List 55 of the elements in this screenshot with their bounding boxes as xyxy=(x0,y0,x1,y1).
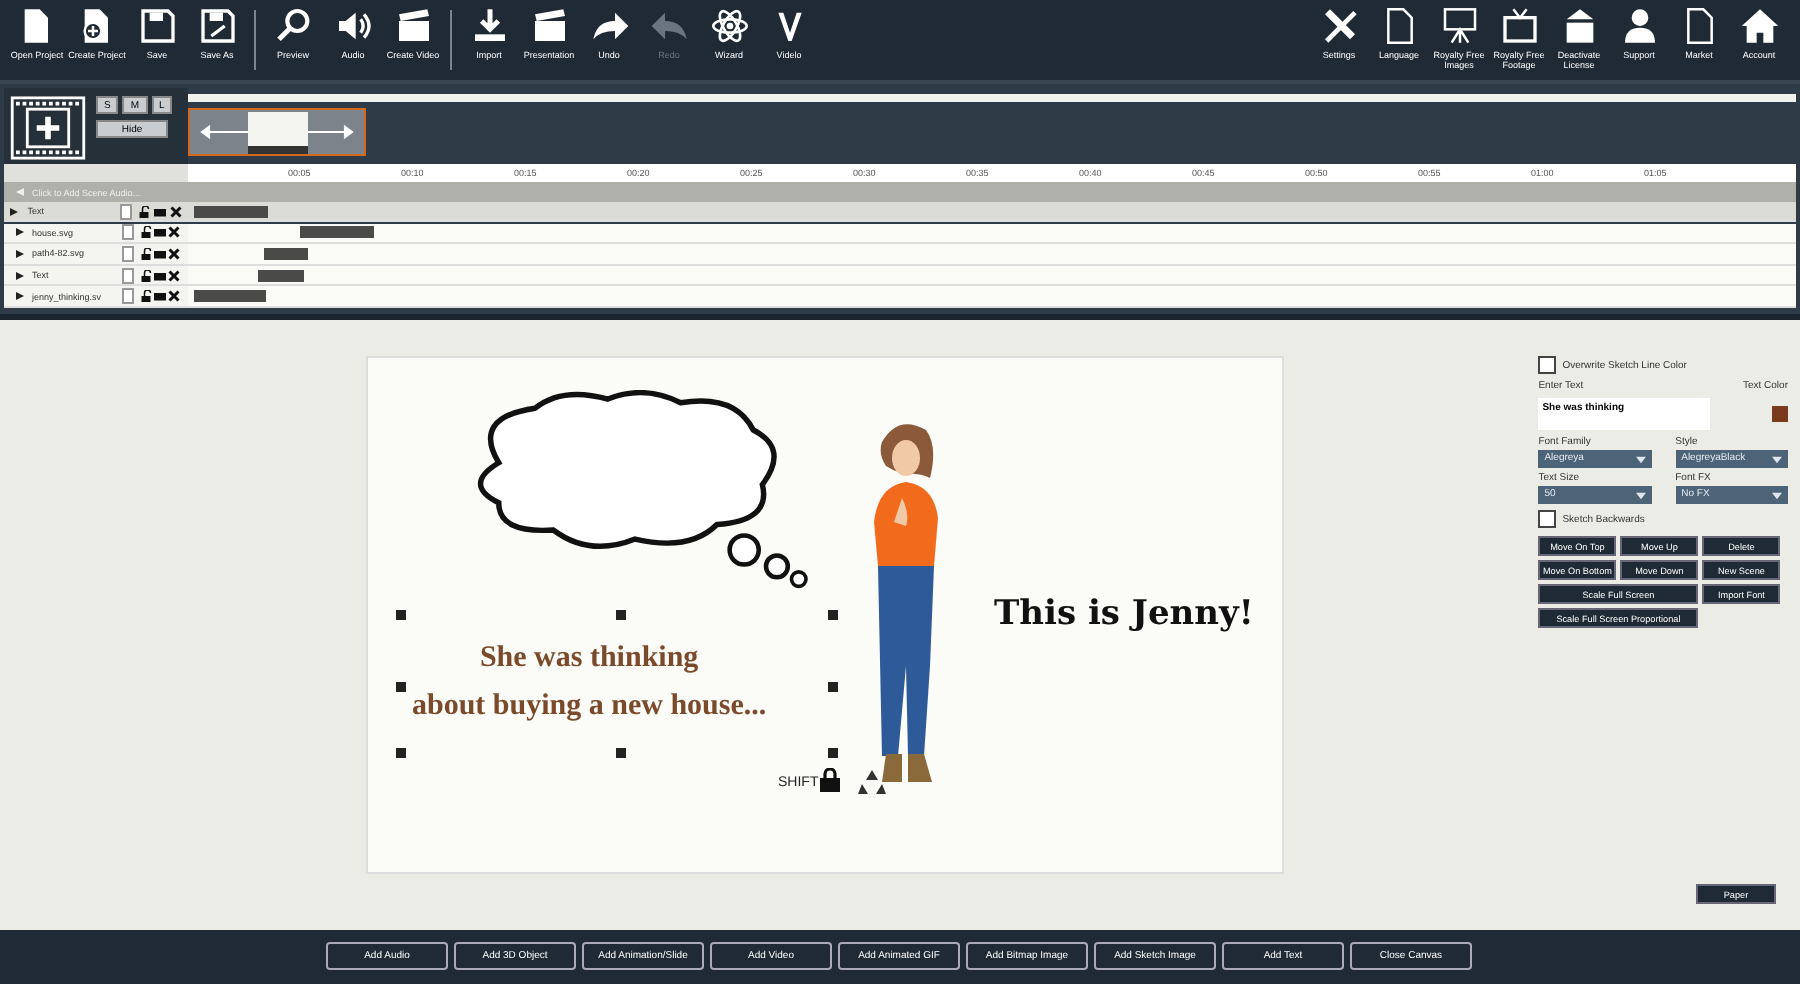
film-add-icon[interactable] xyxy=(8,96,88,160)
selection-handle[interactable] xyxy=(396,748,406,758)
lock-icon[interactable] xyxy=(140,247,152,260)
clapperboard-icon xyxy=(529,6,569,46)
checkbox[interactable] xyxy=(1538,356,1557,374)
house-icon xyxy=(1739,6,1779,46)
selection-handle[interactable] xyxy=(396,610,406,620)
track-clip[interactable] xyxy=(300,226,374,239)
caret-icon xyxy=(1772,455,1782,463)
search-icon xyxy=(273,6,313,46)
track-checkbox[interactable] xyxy=(122,224,134,241)
close-icon[interactable] xyxy=(168,269,180,282)
track-checkbox[interactable] xyxy=(122,288,134,305)
expand-icon[interactable] xyxy=(16,228,24,237)
lock-icon[interactable] xyxy=(140,290,152,303)
close-icon[interactable] xyxy=(168,290,180,303)
caret-icon xyxy=(1635,455,1646,463)
selection-handle[interactable] xyxy=(616,610,626,620)
caret-icon xyxy=(1635,491,1646,499)
canvas-text[interactable]: She was thinking about buying a new house... xyxy=(412,634,767,730)
track-clip[interactable] xyxy=(194,205,268,217)
checkbox[interactable] xyxy=(1538,510,1557,528)
selection-handle[interactable] xyxy=(828,682,838,692)
person-icon xyxy=(1619,6,1659,46)
close-icon[interactable] xyxy=(168,226,180,239)
tv-icon xyxy=(1499,6,1539,46)
scene-thumbnail[interactable] xyxy=(188,108,366,156)
track-clip[interactable] xyxy=(194,290,266,303)
track-checkbox[interactable] xyxy=(119,203,132,219)
lock-icon[interactable] xyxy=(138,205,151,217)
lock-icon[interactable] xyxy=(820,768,840,792)
canvas-title-text[interactable]: This is Jenny! xyxy=(994,594,1254,634)
caret-icon xyxy=(1772,491,1782,499)
clapperboard-icon xyxy=(393,6,433,46)
scene-preview-image xyxy=(247,111,307,153)
track-clip[interactable] xyxy=(264,247,308,260)
selection-handle[interactable] xyxy=(396,682,406,692)
close-icon[interactable] xyxy=(169,205,182,217)
atom-icon xyxy=(709,6,749,46)
expand-icon[interactable] xyxy=(16,292,24,301)
close-icon[interactable] xyxy=(168,247,180,260)
track-clip[interactable] xyxy=(258,269,304,282)
expand-icon[interactable] xyxy=(10,207,18,215)
expand-icon[interactable] xyxy=(16,271,24,280)
lock-icon[interactable] xyxy=(140,269,152,282)
color-swatch[interactable] xyxy=(1772,406,1788,422)
track-checkbox[interactable] xyxy=(122,245,134,262)
selection-handle[interactable] xyxy=(616,748,626,758)
selection-handle[interactable] xyxy=(828,748,838,758)
selection-handle[interactable] xyxy=(828,610,838,620)
easel-icon xyxy=(1439,6,1479,46)
download-icon xyxy=(469,6,509,46)
track-checkbox[interactable] xyxy=(122,267,134,284)
lock-icon[interactable] xyxy=(140,226,152,239)
expand-icon[interactable] xyxy=(16,249,24,258)
